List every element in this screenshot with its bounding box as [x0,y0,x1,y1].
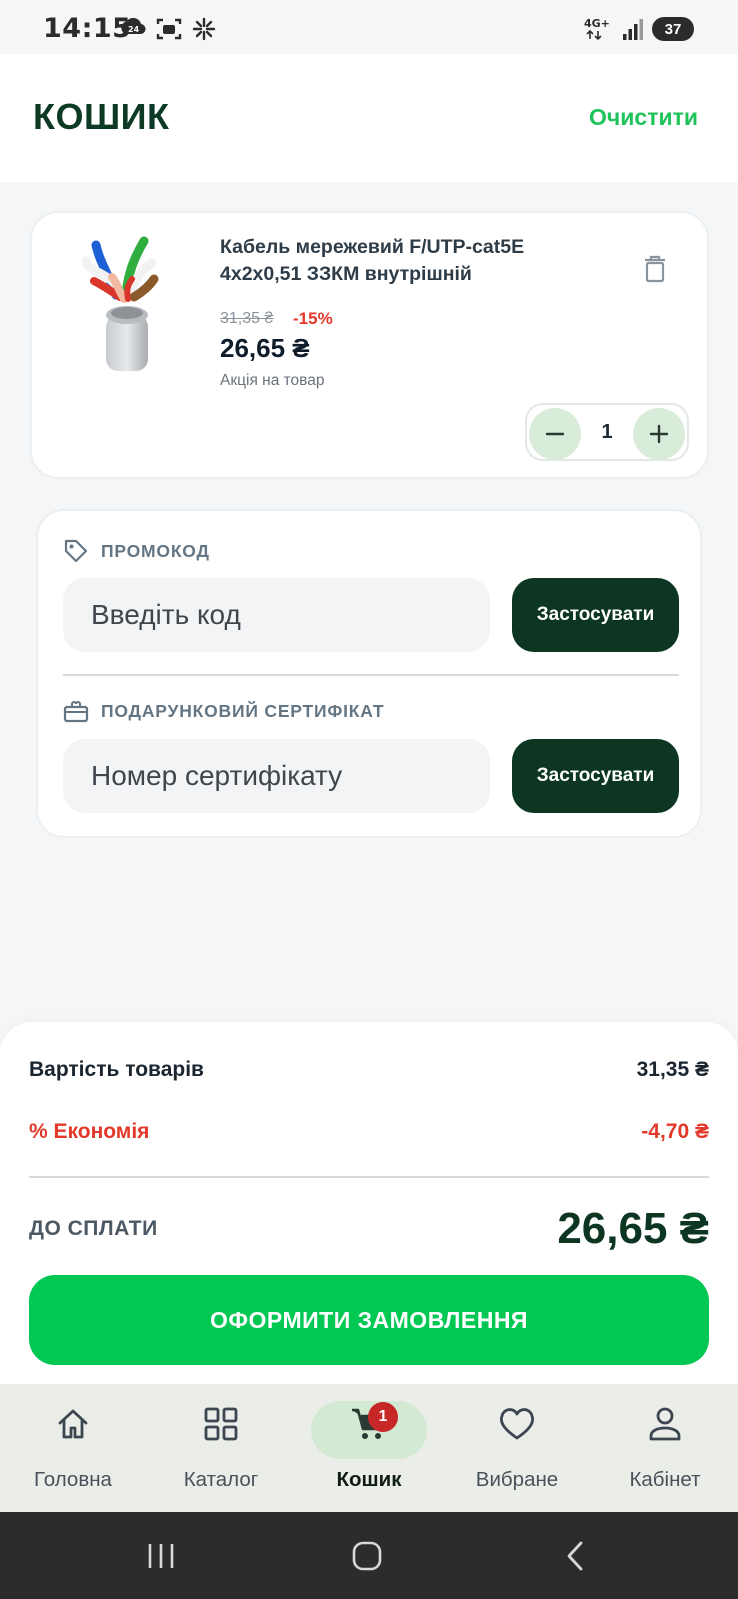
bottom-nav: Головна Каталог Кошик Вибране Кабінет [0,1384,738,1512]
promo-label: ПРОМОКОД [101,540,210,561]
increase-quantity-button[interactable] [633,408,685,460]
quantity-stepper: 1 [525,403,689,461]
summary-divider [29,1176,709,1178]
total-row: ДО СПЛАТИ 26,65 ₴ [29,1204,709,1254]
back-chevron-icon [567,1541,583,1571]
user-icon [645,1404,685,1444]
status-bar: 14:15 24 4G+ 37 [0,0,738,54]
savings-label: % Економія [29,1120,150,1143]
product-image [81,236,159,371]
divider [63,674,679,676]
order-summary: Вартість товарів 31,35 ₴ % Економія -4,7… [0,1022,738,1384]
promo-header: ПРОМОКОД [63,538,210,564]
plus-icon [649,424,669,444]
nav-item-catalog[interactable]: Каталог [151,1384,291,1512]
nav-label-favorites: Вибране [475,1468,559,1491]
status-system-icons: 4G+ 37 [584,14,694,44]
decrease-quantity-button[interactable] [529,408,581,460]
tag-icon [64,539,88,563]
cart-count-badge: 1 [368,1402,398,1432]
nav-item-account[interactable]: Кабінет [595,1384,735,1512]
checkout-button[interactable]: ОФОРМИТИ ЗАМОВЛЕННЯ [29,1275,709,1365]
svg-text:24: 24 [128,25,140,34]
gift-card-icon [63,701,89,723]
promo-code-input[interactable] [63,578,490,652]
items-total-label: Вартість товарів [29,1058,204,1081]
gift-certificate-label: ПОДАРУНКОВИЙ СЕРТИФІКАТ [101,700,385,721]
items-total-value: 31,35 ₴ [636,1058,709,1081]
discount-badge: -15% [293,309,333,328]
heart-icon [497,1404,537,1444]
gift-certificate-header: ПОДАРУНКОВИЙ СЕРТИФІКАТ [63,699,384,723]
product-title[interactable]: Кабель мережевий F/UTP-cat5E 4x2x0,51 ЗЗ… [220,234,600,288]
sparkle-icon [192,17,216,41]
notification-24-icon: 24 [121,18,146,35]
page-title: КОШИК [33,96,170,137]
cart-item-card: Кабель мережевий F/UTP-cat5E 4x2x0,51 ЗЗ… [30,211,709,479]
signal-icon [623,19,643,40]
recent-apps-icon [148,1544,174,1568]
promo-card: ПРОМОКОД Застосувати ПОДАРУНКОВИЙ СЕРТИФ… [36,509,702,838]
svg-text:4G+: 4G+ [584,17,610,30]
home-system-button[interactable] [345,1534,389,1578]
trash-icon [645,255,665,283]
nav-label-home: Головна [34,1468,112,1491]
certificate-number-input[interactable] [63,739,490,813]
remove-item-button[interactable] [639,253,671,285]
items-total-row: Вартість товарів 31,35 ₴ [29,1058,709,1082]
apply-certificate-button[interactable]: Застосувати [512,739,679,813]
quantity-value: 1 [601,421,613,443]
nav-item-cart[interactable]: Кошик [299,1384,439,1512]
recent-apps-button[interactable] [139,1534,183,1578]
savings-row: % Економія -4,70 ₴ [29,1120,709,1144]
nav-label-account: Кабінет [629,1468,701,1491]
promo-note: Акція на товар [220,372,325,389]
nav-label-cart: Кошик [336,1468,402,1491]
page-header: КОШИК Очистити [0,54,738,182]
system-navigation-bar [0,1512,738,1599]
nav-label-catalog: Каталог [183,1468,259,1491]
battery-indicator: 37 [652,17,694,41]
home-square-icon [352,1541,382,1571]
minus-icon [545,432,565,436]
back-system-button[interactable] [553,1534,597,1578]
total-value: 26,65 ₴ [557,1204,709,1253]
status-notification-icons: 24 [120,14,216,44]
current-price: 26,65 ₴ [220,333,310,363]
network-4g-icon: 4G+ [584,17,610,41]
status-time: 14:15 [43,13,132,44]
savings-value: -4,70 ₴ [641,1120,709,1143]
grid-icon [201,1404,241,1444]
nav-item-home[interactable]: Головна [3,1384,143,1512]
screenshot-icon [156,18,182,40]
nav-item-favorites[interactable]: Вибране [447,1384,587,1512]
home-icon [53,1404,93,1444]
clear-cart-button[interactable]: Очистити [589,104,698,131]
total-label: ДО СПЛАТИ [29,1217,158,1240]
old-price: 31,35 ₴ [220,310,274,327]
apply-promo-button[interactable]: Застосувати [512,578,679,652]
